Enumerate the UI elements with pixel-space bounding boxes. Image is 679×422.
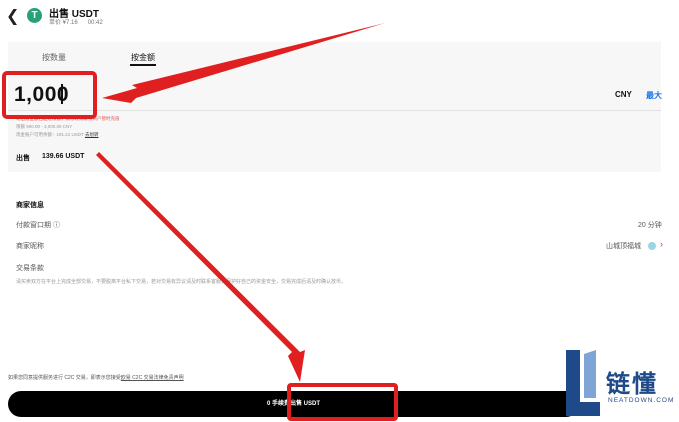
arrow-top	[102, 23, 385, 103]
watermark-cn: 链懂	[606, 371, 658, 398]
watermark-en: NEATDOWN.COM	[608, 397, 675, 404]
arrow-bottom	[96, 152, 305, 382]
neatdown-logo-icon	[566, 350, 600, 416]
